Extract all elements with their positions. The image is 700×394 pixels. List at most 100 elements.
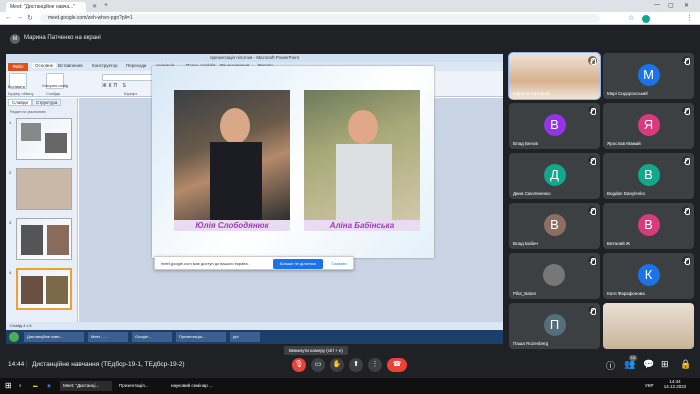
file-tab[interactable]: Файл <box>8 63 28 71</box>
activities-icon[interactable]: ⊞ <box>661 359 669 370</box>
new-tab-icon[interactable]: + <box>104 2 108 9</box>
hide-button[interactable]: Сховати <box>327 259 351 269</box>
slide-number: 1 <box>9 120 12 125</box>
avatar <box>543 264 565 286</box>
clock[interactable]: 14:44 14.12.2022 <box>660 379 690 389</box>
chat-icon[interactable]: 💬 <box>643 359 654 370</box>
taskbar-item[interactable]: науковий семінар ... <box>168 381 248 391</box>
tab-outline[interactable]: Структура <box>32 99 62 106</box>
avatar: В <box>543 214 566 236</box>
reload-icon[interactable]: ↻ <box>27 14 33 22</box>
url-input[interactable]: meet.google.com/zeh-whvn-pgn?pli=1 <box>40 14 600 23</box>
inner-taskbar-item[interactable]: Презентація... <box>176 332 226 342</box>
participant-name: Виталий Ж <box>607 241 631 246</box>
group-label: Шрифт <box>124 91 138 96</box>
participant-tile[interactable]: П Паша Rozenberg <box>509 303 600 349</box>
participant-name: Влад Белов <box>513 141 538 146</box>
search-icon[interactable]: ⌕ <box>16 381 25 391</box>
participant-tile[interactable]: Д Дина Смоляненко <box>509 153 600 199</box>
slides-pane: Слайди Структура Раздел по умолчанию 1 2… <box>6 98 78 344</box>
participant-tile[interactable]: В Влад Белов <box>509 103 600 149</box>
camera-button[interactable]: ▭ <box>311 358 325 372</box>
participant-name: Pilot_Baton <box>513 291 537 296</box>
tab-insert[interactable]: Вставлення <box>58 63 83 68</box>
minimize-icon[interactable]: — <box>654 2 660 8</box>
format-buttons[interactable]: ЖКП S <box>102 83 128 89</box>
windows-start-icon[interactable]: ⊞ <box>2 381 15 391</box>
avatar: B <box>637 164 660 186</box>
info-icon[interactable]: ⓘ <box>606 359 615 372</box>
present-button[interactable]: ⬆ <box>349 358 363 372</box>
mic-muted-icon <box>588 156 597 165</box>
raise-hand-button[interactable]: ✋ <box>330 358 344 372</box>
inner-taskbar-item[interactable]: Meet - ... <box>88 332 128 342</box>
forward-icon[interactable]: → <box>16 14 23 21</box>
participant-count-badge: 14 <box>629 355 637 361</box>
meeting-title: Дистанційне навчання (ТЕдбср-19-1, ТЕдбс… <box>32 361 185 368</box>
participant-tile[interactable]: М Марі Сидорovський <box>603 53 694 99</box>
participant-name: Bogdan Danylenko <box>607 191 646 196</box>
slide-thumbnail-selected[interactable] <box>16 268 72 310</box>
avatar: М <box>10 34 20 44</box>
toast-text: meet.google.com має доступ до вашого екр… <box>161 261 249 266</box>
slide-number: 3 <box>9 220 12 225</box>
mic-muted-icon <box>682 106 691 115</box>
participant-video <box>603 303 694 349</box>
slide-thumbnail[interactable] <box>16 168 72 210</box>
inner-taskbar-item[interactable]: Дистанційне навч... <box>24 332 84 342</box>
slide-number: 2 <box>9 170 12 175</box>
new-slide-label: Створити слайд <box>42 84 69 88</box>
participant-tile[interactable]: Я Ярослав Мамай <box>603 103 694 149</box>
window-close-icon[interactable]: ✕ <box>684 2 689 9</box>
participant-tile[interactable]: Pilot_Baton <box>509 253 600 299</box>
leave-call-button[interactable]: ☎ <box>387 358 407 372</box>
inner-taskbar-item[interactable]: ppt <box>230 332 260 342</box>
mic-off-button[interactable]: 🎙 <box>292 358 306 372</box>
taskbar-item[interactable]: Презентація... <box>116 381 164 391</box>
participant-tile[interactable]: В Влад Бабич <box>509 203 600 249</box>
tab-home[interactable]: Основне <box>32 63 57 68</box>
separator: | <box>26 361 28 368</box>
start-icon[interactable] <box>9 332 19 342</box>
participant-name: Катя Фарафонова <box>607 291 645 296</box>
slide-number: 4 <box>9 270 12 275</box>
slide-thumbnail[interactable] <box>16 218 72 260</box>
participant-tile[interactable]: В Виталий Ж <box>603 203 694 249</box>
star-icon[interactable]: ☆ <box>628 14 634 22</box>
participant-tile[interactable]: Марина Патченко <box>508 52 601 100</box>
participant-tile[interactable]: B Bogdan Danylenko <box>603 153 694 199</box>
taskbar-item[interactable]: Meet: "Дистанці... <box>60 381 112 391</box>
mic-muted-icon <box>682 156 691 165</box>
profile-avatar[interactable] <box>642 15 650 23</box>
participant-tile[interactable] <box>603 303 694 349</box>
presenter-banner: М Марина Патченко на екрані <box>0 30 500 48</box>
mic-muted-icon <box>588 56 597 65</box>
close-tab-icon[interactable]: ✕ <box>92 3 97 10</box>
stop-sharing-button[interactable]: Більше не ділитися <box>273 259 323 269</box>
meeting-time: 14:44 <box>8 361 25 368</box>
back-icon[interactable]: ← <box>5 14 12 21</box>
address-bar: ← → ↻ meet.google.com/zeh-whvn-pgn?pli=1… <box>0 12 700 25</box>
tab-transitions[interactable]: Переходи <box>126 63 146 68</box>
group-label: Слайди <box>46 91 61 96</box>
folder-icon[interactable]: ▬ <box>30 381 41 391</box>
inner-taskbar-item[interactable]: Google... <box>132 332 172 342</box>
maximize-icon[interactable]: ▢ <box>668 2 674 9</box>
mic-muted-icon <box>682 256 691 265</box>
chrome-icon[interactable]: ◉ <box>44 381 54 391</box>
mic-muted-icon <box>588 306 597 315</box>
ppt-title: презентація пілотом - Microsoft PowerPoi… <box>6 54 503 62</box>
slide-thumbnail[interactable] <box>16 118 72 160</box>
more-options-button[interactable]: ⋮ <box>368 358 382 372</box>
browser-tab[interactable]: Meet: "Дистанційне навча..." <box>6 2 86 12</box>
clock-date: 14.12.2022 <box>663 384 687 389</box>
participant-name: Марина Патченко <box>513 91 551 96</box>
menu-icon[interactable]: ⋮ <box>686 14 693 22</box>
language-indicator[interactable]: УКР <box>642 381 656 391</box>
participant-name: Дина Смоляненко <box>513 191 551 196</box>
pilot-photo-1 <box>174 90 290 220</box>
participant-tile[interactable]: К Катя Фарафонова <box>603 253 694 299</box>
tab-slides[interactable]: Слайди <box>8 99 33 106</box>
lock-icon[interactable]: 🔒 <box>680 359 691 370</box>
tab-design[interactable]: Конструктор <box>92 63 118 68</box>
